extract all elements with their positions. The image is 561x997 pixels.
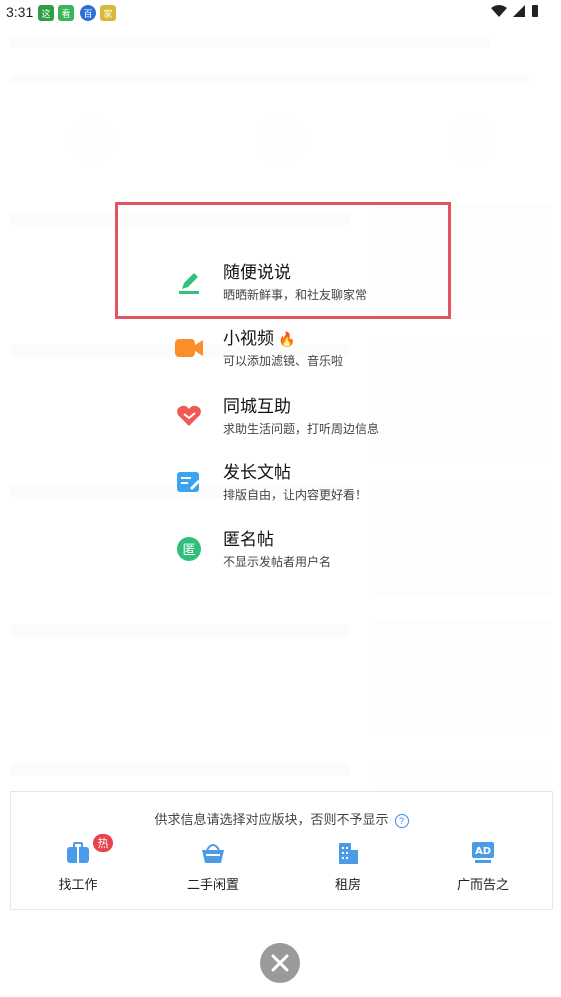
menu-item-title-text: 小视频: [223, 329, 274, 348]
heart-hands-icon: [175, 402, 203, 430]
menu-item-long-post[interactable]: 发长文帖 排版自由，让内容更好看！: [175, 458, 475, 510]
category-advertise[interactable]: AD 广而告之: [428, 840, 538, 893]
category-second-hand[interactable]: 二手闲置: [158, 840, 268, 893]
hot-badge: 热: [93, 834, 113, 852]
menu-item-subtitle: 不显示发帖者用户名: [223, 555, 332, 569]
battery-icon: [532, 5, 538, 17]
status-app-icon-1: 这: [38, 5, 54, 21]
menu-item-local-help[interactable]: 同城互助 求助生活问题，打听周边信息: [175, 392, 475, 444]
svg-text:AD: AD: [475, 846, 491, 857]
status-time: 3:31: [6, 4, 34, 20]
menu-item-subtitle: 排版自由，让内容更好看！: [223, 488, 368, 502]
status-bar: 3:31 这 看 百 家: [0, 0, 561, 26]
panel-note-text: 供求信息请选择对应版块，否则不予显示: [154, 812, 389, 827]
menu-item-title: 小视频 🔥: [223, 324, 295, 349]
category-rent-house[interactable]: 租房: [293, 840, 403, 893]
anonymous-icon: 匿: [175, 535, 203, 563]
highlight-box: [115, 202, 451, 319]
document-edit-icon: [175, 468, 203, 496]
menu-item-subtitle: 求助生活问题，打听周边信息: [223, 422, 380, 436]
menu-item-title: 发长文帖: [223, 463, 291, 482]
signal-icon: [513, 5, 525, 17]
panel-note: 供求信息请选择对应版块，否则不予显示?: [11, 809, 552, 828]
wifi-icon: [491, 5, 507, 17]
status-app-icon-3: 百: [80, 5, 96, 21]
status-indicators: [491, 4, 539, 18]
menu-item-title: 匿名帖: [223, 530, 274, 549]
basket-icon: [200, 840, 226, 866]
status-app-icon-2: 看: [58, 5, 74, 21]
fire-icon: 🔥: [278, 331, 296, 347]
category-label: 租房: [334, 877, 361, 892]
question-icon[interactable]: ?: [394, 813, 409, 828]
svg-text:匿: 匿: [182, 543, 195, 558]
category-label: 找工作: [58, 877, 98, 892]
video-icon: [175, 334, 203, 362]
menu-item-short-video[interactable]: 小视频 🔥 可以添加滤镜、音乐啦: [175, 324, 475, 376]
menu-item-anonymous-post[interactable]: 匿 匿名帖 不显示发帖者用户名: [175, 525, 475, 577]
close-icon: [271, 954, 289, 972]
category-label: 二手闲置: [186, 877, 239, 892]
briefcase-icon: [65, 840, 91, 866]
category-label: 广而告之: [456, 877, 509, 892]
ad-board-icon: AD: [470, 840, 496, 866]
menu-item-title: 同城互助: [223, 397, 291, 416]
category-find-job[interactable]: 热 找工作: [23, 834, 133, 893]
building-icon: [335, 840, 361, 866]
menu-item-subtitle: 可以添加滤镜、音乐啦: [223, 354, 344, 368]
supply-demand-panel: 供求信息请选择对应版块，否则不予显示? 热 找工作 二手闲置 租房 AD 广而告…: [10, 791, 553, 910]
status-app-icon-4: 家: [100, 5, 116, 21]
close-button[interactable]: [260, 943, 300, 983]
